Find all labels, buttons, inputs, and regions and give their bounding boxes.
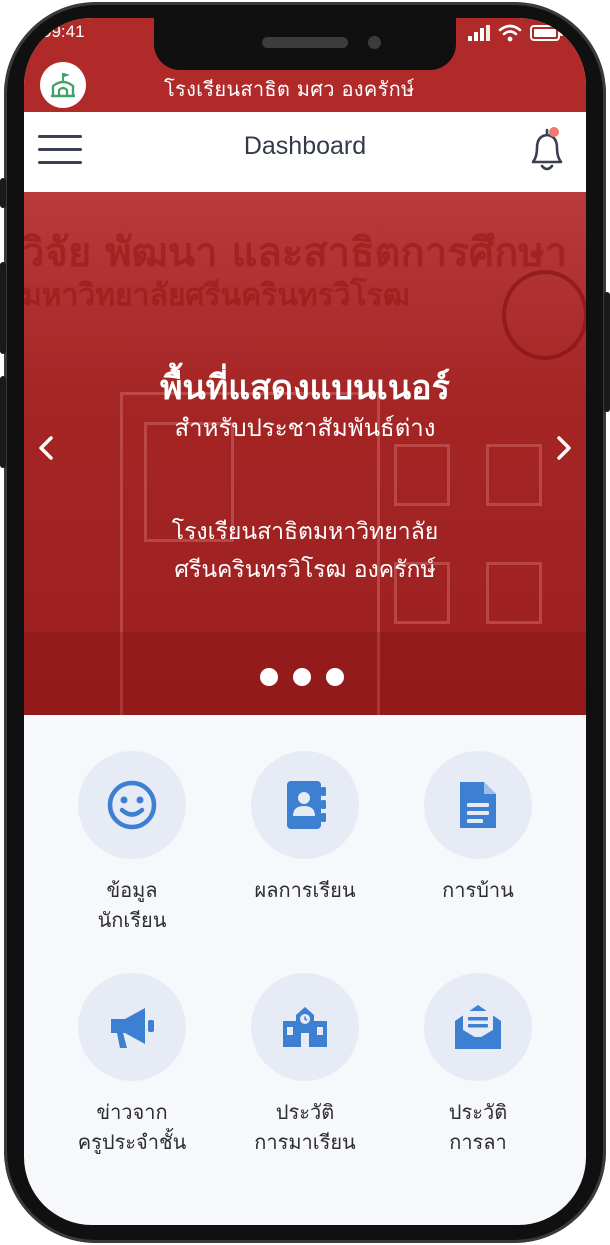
banner-title: พื้นที่แสดงแบนเนอร์ — [160, 368, 450, 408]
carousel-prev-button[interactable] — [30, 428, 62, 468]
menu-label-line-1: ประวัติ — [448, 1100, 508, 1124]
menu-icon-circle — [251, 973, 359, 1081]
carousel-indicators — [260, 668, 344, 686]
school-name: โรงเรียนสาธิต มศว องครักษ์ — [164, 77, 415, 101]
carousel-next-button[interactable] — [548, 428, 580, 468]
bell-icon — [531, 127, 563, 171]
banner-school-line-1: โรงเรียนสาธิตมหาวิทยาลัย — [171, 519, 439, 545]
carousel-dot[interactable] — [260, 668, 278, 686]
menu-label-line-1: ผลการเรียน — [254, 878, 356, 902]
status-icons — [468, 24, 564, 42]
menu-label-line-1: ประวัติ — [275, 1100, 335, 1124]
menu-label-line-2: การลา — [449, 1130, 507, 1154]
menu-icon-circle — [78, 973, 186, 1081]
speaker-grille — [262, 37, 348, 48]
banner-subtitle: สำหรับประชาสัมพันธ์ต่าง — [174, 414, 436, 442]
menu-label-line-1: การบ้าน — [442, 878, 514, 902]
contact-book-icon — [287, 781, 326, 829]
menu-label: ผลการเรียน — [215, 875, 395, 905]
menu-student-info[interactable]: ข้อมูล นักเรียน — [42, 751, 222, 935]
menu-label: ประวัติ การมาเรียน — [215, 1097, 395, 1157]
school-building-icon — [283, 1007, 327, 1047]
chevron-left-icon — [39, 436, 53, 460]
menu-leave-history[interactable]: ประวัติ การลา — [388, 973, 568, 1157]
menu-teacher-news[interactable]: ข่าวจาก ครูประจำชั้น — [42, 973, 222, 1157]
carousel-dot[interactable] — [326, 668, 344, 686]
app-header: 09:41 โรงเรียนสาธิต มศว องครักษ์ — [24, 18, 586, 112]
banner-bg-seal — [502, 270, 586, 360]
menu-label-line-2: นักเรียน — [97, 908, 167, 932]
carousel-dot[interactable] — [293, 668, 311, 686]
menu-label-line-2: การมาเรียน — [254, 1130, 356, 1154]
banner-bg-window — [486, 444, 542, 506]
envelope-letter-icon — [455, 1005, 501, 1049]
menu-label: ข้อมูล นักเรียน — [42, 875, 222, 935]
top-navbar: Dashboard — [24, 112, 586, 192]
menu-label: ประวัติ การลา — [388, 1097, 568, 1157]
signal-icon — [468, 25, 490, 41]
notification-button[interactable] — [524, 126, 570, 174]
banner-bg-window — [394, 444, 450, 506]
menu-label: ข่าวจาก ครูประจำชั้น — [42, 1097, 222, 1157]
smiley-icon — [107, 780, 157, 830]
mute-switch — [0, 178, 6, 208]
menu-label-line-1: ข่าวจาก — [96, 1100, 168, 1124]
volume-up-button — [0, 262, 6, 354]
phone-notch — [154, 18, 456, 70]
school-logo-icon — [51, 73, 75, 98]
notification-dot — [549, 127, 559, 137]
status-time: 09:41 — [42, 22, 85, 41]
menu-label-line-1: ข้อมูล — [106, 878, 158, 902]
menu-label: การบ้าน — [388, 875, 568, 905]
page-title: Dashboard — [243, 132, 367, 160]
phone-screen: 09:41 โรงเรียนสาธิต มศว องครักษ์ Dashboa… — [24, 18, 586, 1225]
school-logo — [40, 62, 86, 108]
menu-label-line-2: ครูประจำชั้น — [77, 1130, 187, 1154]
promo-banner-carousel[interactable]: วิจัย พัฒนา และสาธิตการศึกษา มหาวิทยาลัย… — [24, 192, 586, 715]
banner-school-line-2: ศรีนครินทรวิโรฒ องครักษ์ — [174, 557, 436, 583]
megaphone-icon — [111, 1008, 154, 1048]
menu-homework[interactable]: การบ้าน — [388, 751, 568, 905]
volume-down-button — [0, 376, 6, 468]
menu-attendance[interactable]: ประวัติ การมาเรียน — [215, 973, 395, 1157]
menu-icon-circle — [78, 751, 186, 859]
battery-icon — [530, 25, 563, 41]
menu-icon-circle — [424, 751, 532, 859]
chevron-right-icon — [557, 436, 571, 460]
banner-bg-sign-line-2: มหาวิทยาลัยศรีนครินทรวิโรฒ — [24, 278, 410, 313]
wifi-icon — [498, 24, 522, 42]
menu-grid: ข้อมูล นักเรียน ผลการเรียน การบ้าน ข่าวจ… — [24, 715, 586, 1225]
menu-bar-line — [38, 161, 82, 164]
document-icon — [460, 782, 496, 828]
menu-icon-circle — [424, 973, 532, 1081]
menu-grades[interactable]: ผลการเรียน — [215, 751, 395, 905]
front-camera — [368, 36, 381, 49]
menu-icon-circle — [251, 751, 359, 859]
power-button — [604, 292, 610, 412]
